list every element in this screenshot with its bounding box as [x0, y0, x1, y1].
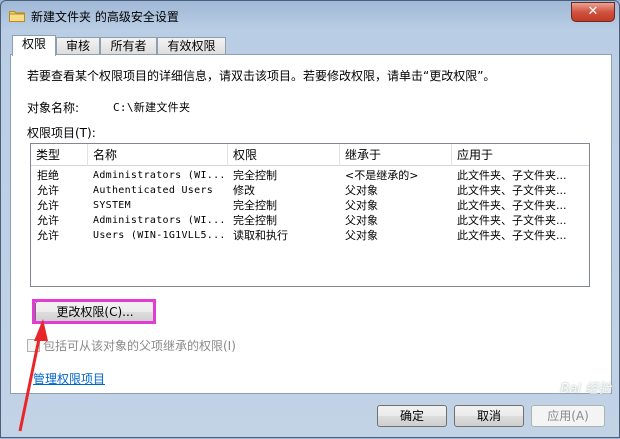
row-permission: 完全控制 — [233, 199, 277, 212]
column-header-name[interactable]: 名称 — [88, 144, 228, 166]
manage-permission-entries-link[interactable]: 管理权限项目 — [33, 370, 105, 387]
tab-auditing[interactable]: 审核 — [56, 37, 100, 55]
permission-entries-list[interactable]: 类型 名称 权限 继承于 应用于 拒绝 Administrators (WI..… — [30, 143, 590, 287]
column-header-inherited-from[interactable]: 继承于 — [340, 144, 452, 166]
advanced-security-window: 新建文件夹 的高级安全设置 ✕ 权限 审核 所有者 有效权限 若要查看某个权限项… — [0, 0, 620, 438]
row-applies-to: 此文件夹、子文件夹... — [457, 199, 567, 212]
row-inherited-from: 父对象 — [345, 229, 378, 242]
intro-text: 若要查看某个权限项目的详细信息，请双击该项目。若要修改权限，请单击“更改权限”。 — [27, 69, 496, 83]
row-applies-to: 此文件夹、子文件夹... — [457, 184, 567, 197]
row-type: 允许 — [37, 184, 59, 197]
row-name: Administrators (WI... — [93, 215, 225, 226]
folder-icon — [9, 11, 25, 22]
tab-effective-permissions[interactable]: 有效权限 — [157, 37, 226, 55]
row-type: 拒绝 — [37, 169, 59, 182]
row-name: Users (WIN-1G1VLL5... — [93, 230, 225, 241]
table-row[interactable]: 允许 Administrators (WI... 完全控制 父对象 此文件夹、子… — [31, 213, 589, 228]
highlight-box — [32, 299, 156, 324]
row-name: SYSTEM — [93, 200, 131, 211]
ok-button[interactable]: 确定 — [377, 405, 447, 427]
object-name-label: 对象名称: — [27, 101, 80, 115]
column-header-permission[interactable]: 权限 — [228, 144, 340, 166]
row-permission: 完全控制 — [233, 214, 277, 227]
cancel-button[interactable]: 取消 — [454, 405, 524, 427]
checkbox-box[interactable] — [27, 339, 40, 352]
table-row[interactable]: 拒绝 Administrators (WI... 完全控制 <不是继承的> 此文… — [31, 168, 589, 183]
row-applies-to: 此文件夹、子文件夹... — [457, 169, 567, 182]
inherit-permissions-checkbox[interactable]: 包括可从该对象的父项继承的权限(I) — [27, 337, 236, 354]
permission-entries-label: 权限项目(T): — [27, 126, 96, 140]
table-row[interactable]: 允许 Authenticated Users 修改 父对象 此文件夹、子文件夹.… — [31, 183, 589, 198]
row-inherited-from: 父对象 — [345, 184, 378, 197]
row-applies-to: 此文件夹、子文件夹... — [457, 214, 567, 227]
watermark: Bai 经验 — [560, 382, 611, 397]
list-header: 类型 名称 权限 继承于 应用于 — [31, 144, 589, 166]
row-inherited-from: 父对象 — [345, 214, 378, 227]
apply-button[interactable]: 应用(A) — [531, 405, 605, 427]
column-header-type[interactable]: 类型 — [31, 144, 88, 166]
row-type: 允许 — [37, 214, 59, 227]
row-type: 允许 — [37, 199, 59, 212]
row-name: Authenticated Users — [93, 185, 214, 196]
title-bar[interactable]: 新建文件夹 的高级安全设置 ✕ — [1, 1, 620, 31]
table-row[interactable]: 允许 Users (WIN-1G1VLL5... 读取和执行 父对象 此文件夹、… — [31, 228, 589, 243]
window-title: 新建文件夹 的高级安全设置 — [31, 10, 179, 24]
row-applies-to: 此文件夹、子文件夹... — [457, 229, 567, 242]
tab-permissions[interactable]: 权限 — [12, 35, 56, 56]
row-permission: 完全控制 — [233, 169, 277, 182]
tab-owner[interactable]: 所有者 — [100, 37, 157, 55]
inherit-permissions-label: 包括可从该对象的父项继承的权限(I) — [43, 339, 236, 353]
close-button[interactable]: ✕ — [571, 2, 615, 22]
row-permission: 读取和执行 — [233, 229, 288, 242]
table-row[interactable]: 允许 SYSTEM 完全控制 父对象 此文件夹、子文件夹... — [31, 198, 589, 213]
row-name: Administrators (WI... — [93, 170, 225, 181]
row-inherited-from: <不是继承的> — [345, 169, 419, 182]
row-inherited-from: 父对象 — [345, 199, 378, 212]
object-name-value: C:\新建文件夹 — [113, 101, 191, 114]
row-type: 允许 — [37, 229, 59, 242]
column-header-applies-to[interactable]: 应用于 — [452, 144, 589, 166]
row-permission: 修改 — [233, 184, 255, 197]
